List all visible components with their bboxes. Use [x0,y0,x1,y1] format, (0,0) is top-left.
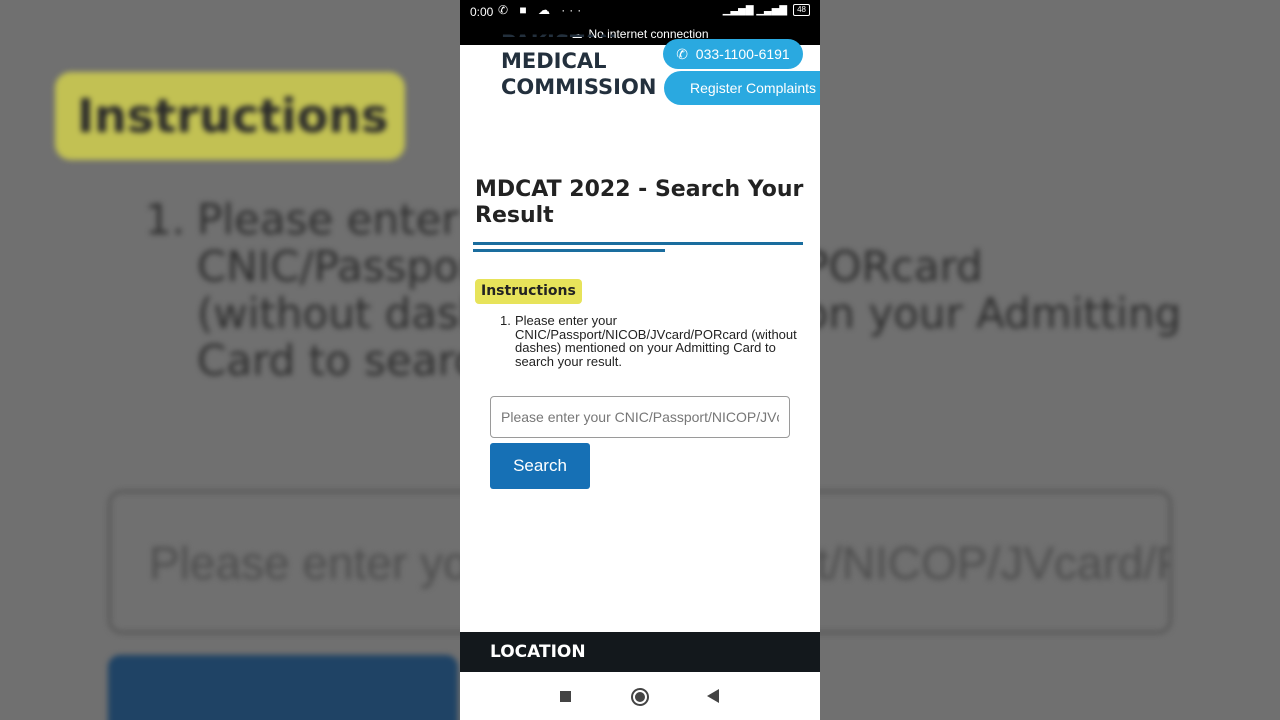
phone-number: 033-1100-6191 [695,46,790,62]
status-time: 0:00 [470,5,494,19]
logo-line-1: PAKISTAN [501,31,616,37]
bg-search-button [108,655,458,720]
bg-instruction-number: 1. [145,195,186,244]
status-right: ▁▃▅▇ ▁▃▅▇ 48 [723,4,810,16]
register-complaints-button[interactable]: Register Complaints [664,71,820,105]
phone-link[interactable]: ✆ 033-1100-6191 [663,39,803,69]
home-icon[interactable] [631,688,649,706]
phone-screen: 0:00 ✆ ■ ☁ ··· ▁▃▅▇ ▁▃▅▇ 48 ☁ No internet… [460,0,820,720]
instructions-badge: Instructions [475,279,582,304]
cnic-search-input[interactable] [490,396,790,438]
search-button[interactable]: Search [490,443,590,489]
logo[interactable]: MEDICAL COMMISSION [501,48,656,100]
page-title: MDCAT 2022 - Search Your Result [475,177,804,228]
logo-line-3: COMMISSION [501,75,657,99]
bg-instructions-badge: Instructions [55,72,405,160]
instruction-number: 1. [500,313,511,328]
phone-icon: ✆ [676,46,688,62]
title-underline [473,242,803,245]
logo-line-2: MEDICAL [501,49,607,73]
signal-icon: ▁▃▅▇ ▁▃▅▇ [722,4,788,16]
android-nav-bar [460,672,820,720]
battery-icon: 48 [793,4,810,16]
recent-apps-icon[interactable] [560,691,571,702]
back-icon[interactable] [707,689,719,703]
title-underline-short [473,249,665,252]
location-heading: LOCATION [460,632,820,672]
instruction-text: Please enter your CNIC/Passport/NICOB/JV… [515,313,797,369]
site-header: PAKISTAN MEDICAL COMMISSION ✆ 033-1100-6… [460,31,820,105]
notification-icons: ✆ ■ ☁ ··· [498,3,586,17]
